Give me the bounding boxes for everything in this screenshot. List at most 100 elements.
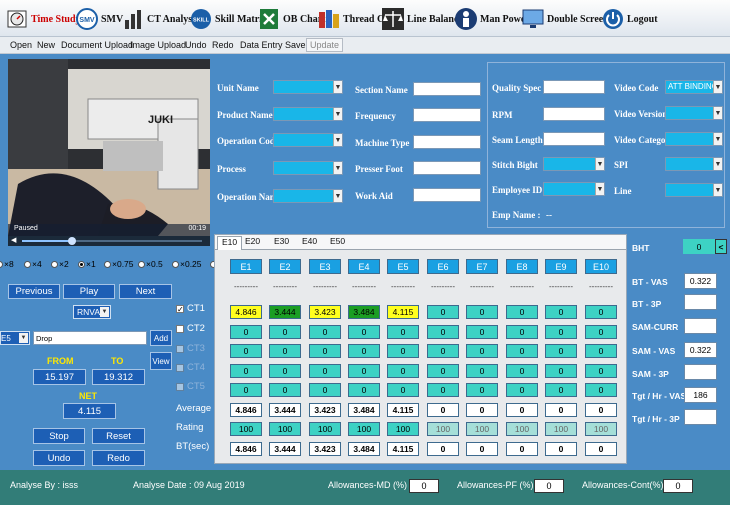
speed-radio[interactable] bbox=[78, 260, 85, 268]
ct3-cell[interactable]: 0 bbox=[387, 344, 419, 358]
ct2-cell[interactable]: 0 bbox=[348, 325, 380, 339]
rating-cell[interactable]: 100 bbox=[585, 422, 617, 436]
machine-type-input[interactable] bbox=[413, 135, 481, 149]
tab-e20[interactable]: E20 bbox=[245, 236, 260, 246]
video-category-select[interactable]: ▼ bbox=[665, 132, 723, 146]
speed-radio[interactable] bbox=[0, 260, 3, 268]
ct5-cell[interactable]: 0 bbox=[545, 383, 577, 397]
rating-cell[interactable]: 100 bbox=[466, 422, 498, 436]
logout-button[interactable]: Logout bbox=[602, 6, 658, 32]
man-power-button[interactable]: Man Power bbox=[455, 6, 530, 32]
double-screen-button[interactable]: Double Screen bbox=[522, 6, 609, 32]
ct1-cell[interactable]: 4.846 bbox=[230, 305, 262, 319]
ct-checkbox[interactable] bbox=[176, 345, 184, 353]
category-select[interactable]: RNVA ▼ bbox=[73, 305, 111, 319]
ct-checkbox[interactable] bbox=[176, 364, 184, 372]
rating-cell[interactable]: 100 bbox=[269, 422, 301, 436]
ct5-cell[interactable]: 0 bbox=[309, 383, 341, 397]
ct2-cell[interactable]: 0 bbox=[269, 325, 301, 339]
ct5-cell[interactable]: 0 bbox=[466, 383, 498, 397]
ct2-cell[interactable]: 0 bbox=[466, 325, 498, 339]
ct5-cell[interactable]: 0 bbox=[230, 383, 262, 397]
ct-checkbox[interactable] bbox=[176, 383, 184, 391]
line-balance-button[interactable]: Line Balance bbox=[382, 6, 463, 32]
rating-cell[interactable]: 100 bbox=[309, 422, 341, 436]
speed-option[interactable]: ×0.75 bbox=[104, 259, 134, 269]
ct5-cell[interactable]: 0 bbox=[387, 383, 419, 397]
ct4-cell[interactable]: 0 bbox=[506, 364, 538, 378]
product-name-select[interactable]: ▼ bbox=[273, 107, 343, 121]
process-select[interactable]: ▼ bbox=[273, 161, 343, 175]
menu-update[interactable]: Update bbox=[306, 38, 344, 52]
video-code-select[interactable]: ATT BINDING ▼ bbox=[665, 80, 723, 94]
section-name-input[interactable] bbox=[413, 82, 481, 96]
menu-image-upload[interactable]: Image Upload bbox=[130, 40, 186, 50]
ct3-cell[interactable]: 0 bbox=[506, 344, 538, 358]
play-button[interactable]: Play bbox=[63, 284, 115, 299]
add-button[interactable]: Add bbox=[150, 330, 172, 346]
smv-button[interactable]: SMV SMV bbox=[76, 6, 123, 32]
ct2-cell[interactable]: 0 bbox=[427, 325, 459, 339]
ct-checkbox[interactable] bbox=[176, 325, 184, 333]
ct4-cell[interactable]: 0 bbox=[427, 364, 459, 378]
previous-button[interactable]: Previous bbox=[8, 284, 60, 299]
ct4-cell[interactable]: 0 bbox=[269, 364, 301, 378]
speed-option[interactable]: ×8 bbox=[0, 259, 14, 269]
ct3-cell[interactable]: 0 bbox=[585, 344, 617, 358]
element-code-select[interactable]: E5 ▼ bbox=[0, 331, 30, 345]
operation-name-select[interactable]: ▼ bbox=[273, 189, 343, 203]
ct3-cell[interactable]: 0 bbox=[309, 344, 341, 358]
menu-redo[interactable]: Redo bbox=[212, 40, 234, 50]
ct2-cell[interactable]: 0 bbox=[506, 325, 538, 339]
ct1-cell[interactable]: 0 bbox=[506, 305, 538, 319]
menu-document-upload[interactable]: Document Upload bbox=[61, 40, 133, 50]
rating-cell[interactable]: 100 bbox=[427, 422, 459, 436]
next-button[interactable]: Next bbox=[119, 284, 172, 299]
ct1-cell[interactable]: 0 bbox=[427, 305, 459, 319]
ct5-cell[interactable]: 0 bbox=[585, 383, 617, 397]
speed-option[interactable]: ×2 bbox=[51, 259, 69, 269]
undo-button[interactable]: Undo bbox=[33, 450, 85, 466]
video-player[interactable]: JUKI Paused 00:19 bbox=[8, 59, 210, 236]
time-study-button[interactable]: Time Study bbox=[6, 6, 81, 32]
seam-length-input[interactable] bbox=[543, 132, 605, 146]
allowances-md-input[interactable]: 0 bbox=[409, 479, 439, 493]
menu-undo[interactable]: Undo bbox=[185, 40, 207, 50]
ct3-cell[interactable]: 0 bbox=[269, 344, 301, 358]
ct2-cell[interactable]: 0 bbox=[545, 325, 577, 339]
ct1-cell[interactable]: 3.444 bbox=[269, 305, 301, 319]
speed-radio[interactable] bbox=[172, 260, 179, 268]
speed-radio[interactable] bbox=[138, 260, 145, 268]
video-version-select[interactable]: ▼ bbox=[665, 106, 723, 120]
employee-id-select[interactable]: ▼ bbox=[543, 182, 605, 196]
thread-cu-button[interactable]: Thread CU bbox=[318, 6, 391, 32]
ct4-cell[interactable]: 0 bbox=[387, 364, 419, 378]
ct1-cell[interactable]: 4.115 bbox=[387, 305, 419, 319]
speed-radio[interactable] bbox=[51, 260, 58, 268]
speed-option[interactable]: ×0.5 bbox=[138, 259, 163, 269]
ct3-cell[interactable]: 0 bbox=[427, 344, 459, 358]
unit-name-select[interactable]: ▼ bbox=[273, 80, 343, 94]
rpm-input[interactable] bbox=[543, 107, 605, 121]
rating-cell[interactable]: 100 bbox=[506, 422, 538, 436]
rating-cell[interactable]: 100 bbox=[230, 422, 262, 436]
stitch-bight-select[interactable]: ▼ bbox=[543, 157, 605, 171]
ct1-cell[interactable]: 3.484 bbox=[348, 305, 380, 319]
ct2-cell[interactable]: 0 bbox=[309, 325, 341, 339]
allowances-pf-input[interactable]: 0 bbox=[534, 479, 564, 493]
speed-radio[interactable] bbox=[24, 260, 31, 268]
spi-select[interactable]: ▼ bbox=[665, 157, 723, 171]
stop-button[interactable]: Stop bbox=[33, 428, 85, 444]
ct3-cell[interactable]: 0 bbox=[230, 344, 262, 358]
presser-foot-input[interactable] bbox=[413, 161, 481, 175]
ct5-cell[interactable]: 0 bbox=[506, 383, 538, 397]
ct1-cell[interactable]: 3.423 bbox=[309, 305, 341, 319]
redo-button[interactable]: Redo bbox=[92, 450, 145, 466]
seek-handle[interactable] bbox=[68, 237, 76, 245]
view-button[interactable]: View bbox=[150, 352, 172, 370]
work-aid-input[interactable] bbox=[413, 188, 481, 202]
ct4-cell[interactable]: 0 bbox=[545, 364, 577, 378]
tab-e30[interactable]: E30 bbox=[274, 236, 289, 246]
quality-spec-input[interactable] bbox=[543, 80, 605, 94]
tab-e40[interactable]: E40 bbox=[302, 236, 317, 246]
